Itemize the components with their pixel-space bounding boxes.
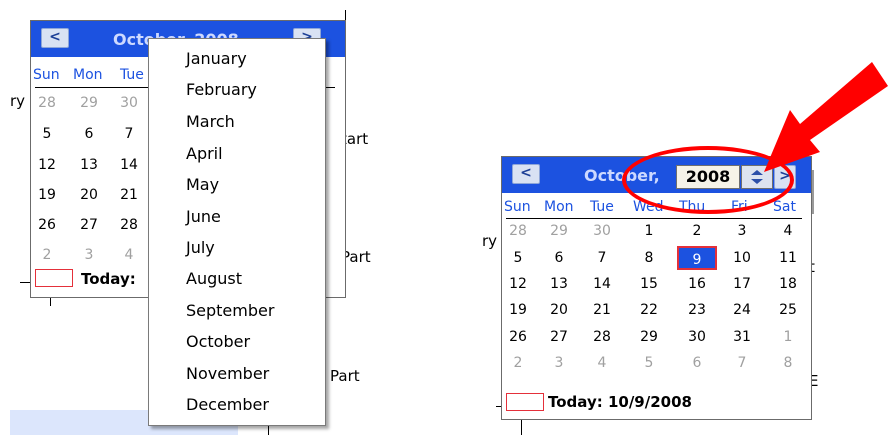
day-cell[interactable]: 29 [75,95,103,111]
day-cell[interactable]: 19 [504,302,532,318]
menu-item-may[interactable]: May [186,175,219,194]
red-arrow-icon [764,62,888,172]
day-cell[interactable]: 24 [728,302,756,318]
day-cell[interactable]: 21 [115,187,143,203]
day-cell[interactable]: 6 [683,355,711,371]
day-cell[interactable]: 14 [115,157,143,173]
day-cell[interactable]: 6 [545,250,573,266]
bg-fragment-part-2: Part [330,367,360,385]
dow-tue: Tue [590,199,614,215]
menu-item-december[interactable]: December [186,395,269,414]
day-cell[interactable]: 18 [774,276,802,292]
day-cell[interactable]: 27 [75,217,103,233]
day-cell[interactable]: 3 [545,355,573,371]
today-link[interactable]: Today: [81,270,136,288]
day-cell[interactable]: 2 [33,247,61,263]
day-cell[interactable]: 29 [635,329,663,345]
day-cell[interactable]: 28 [115,217,143,233]
dow-mon: Mon [544,199,574,215]
day-cell[interactable]: 15 [635,276,663,292]
bg-line [20,282,30,283]
day-cell[interactable]: 20 [75,187,103,203]
day-cell[interactable]: 5 [504,250,532,266]
day-cell[interactable]: 28 [33,95,61,111]
day-cell[interactable]: 5 [33,126,61,142]
today-marker [506,393,544,411]
day-cell[interactable]: 13 [75,157,103,173]
day-cell[interactable]: 28 [504,223,532,239]
day-cell[interactable]: 4 [774,223,802,239]
day-cell[interactable]: 17 [728,276,756,292]
day-cell[interactable]: 16 [683,276,711,292]
prev-month-button[interactable]: < [512,164,540,184]
day-cell[interactable]: 5 [635,355,663,371]
dow-tue: Tue [120,67,144,83]
menu-item-june[interactable]: June [186,207,221,226]
today-link[interactable]: Today: 10/9/2008 [548,393,692,411]
day-cell[interactable]: 29 [545,223,573,239]
menu-item-november[interactable]: November [186,364,269,383]
day-cell[interactable]: 25 [774,302,802,318]
menu-item-july[interactable]: July [186,238,215,257]
day-cell[interactable]: 10 [728,250,756,266]
day-cell[interactable]: 20 [545,302,573,318]
day-cell[interactable]: 30 [588,223,616,239]
day-cell[interactable]: 26 [33,217,61,233]
day-cell[interactable]: 13 [545,276,573,292]
bg-fragment-ry-right: ry [482,232,498,250]
menu-item-january[interactable]: January [186,49,247,68]
dow-sun: Sun [504,199,531,215]
dow-sun: Sun [33,67,60,83]
day-cell[interactable]: 21 [588,302,616,318]
day-cell[interactable]: 12 [504,276,532,292]
prev-month-button[interactable]: < [41,28,69,48]
dow-sat: Sat [773,199,796,215]
day-cell[interactable]: 4 [115,247,143,263]
day-cell[interactable]: 31 [728,329,756,345]
day-cell[interactable]: 6 [75,126,103,142]
day-cell[interactable]: 1 [635,223,663,239]
day-cell[interactable]: 26 [504,329,532,345]
selected-day-cell[interactable]: 9 [677,246,717,270]
day-cell[interactable]: 8 [635,250,663,266]
bg-fragment-ry-left: ry [10,92,26,110]
day-cell[interactable]: 3 [75,247,103,263]
day-cell[interactable]: 28 [588,329,616,345]
day-cell[interactable]: 2 [683,223,711,239]
dow-mon: Mon [73,67,103,83]
day-cell[interactable]: 30 [115,95,143,111]
day-cell[interactable]: 22 [635,302,663,318]
month-dropdown-menu: January February March April May June Ju… [148,38,326,426]
menu-item-august[interactable]: August [186,269,242,288]
day-cell[interactable]: 27 [545,329,573,345]
day-cell[interactable]: 1 [774,329,802,345]
day-cell[interactable]: 7 [115,126,143,142]
day-cell[interactable]: 19 [33,187,61,203]
bg-line [812,170,814,214]
day-cell[interactable]: 2 [504,355,532,371]
day-cell[interactable]: 11 [774,250,802,266]
menu-item-september[interactable]: September [186,301,274,320]
day-cell[interactable]: 30 [683,329,711,345]
menu-item-october[interactable]: October [186,332,250,351]
day-cell[interactable]: 14 [588,276,616,292]
day-cell[interactable]: 8 [774,355,802,371]
day-cell[interactable]: 7 [728,355,756,371]
menu-item-february[interactable]: February [186,80,257,99]
day-cell[interactable]: 7 [588,250,616,266]
day-cell[interactable]: 4 [588,355,616,371]
day-cell[interactable]: 12 [33,157,61,173]
today-marker [35,269,73,287]
day-cell[interactable]: 3 [728,223,756,239]
day-cell[interactable]: 23 [683,302,711,318]
menu-item-april[interactable]: April [186,144,223,163]
menu-item-march[interactable]: March [186,112,235,131]
dow-divider [506,218,802,219]
